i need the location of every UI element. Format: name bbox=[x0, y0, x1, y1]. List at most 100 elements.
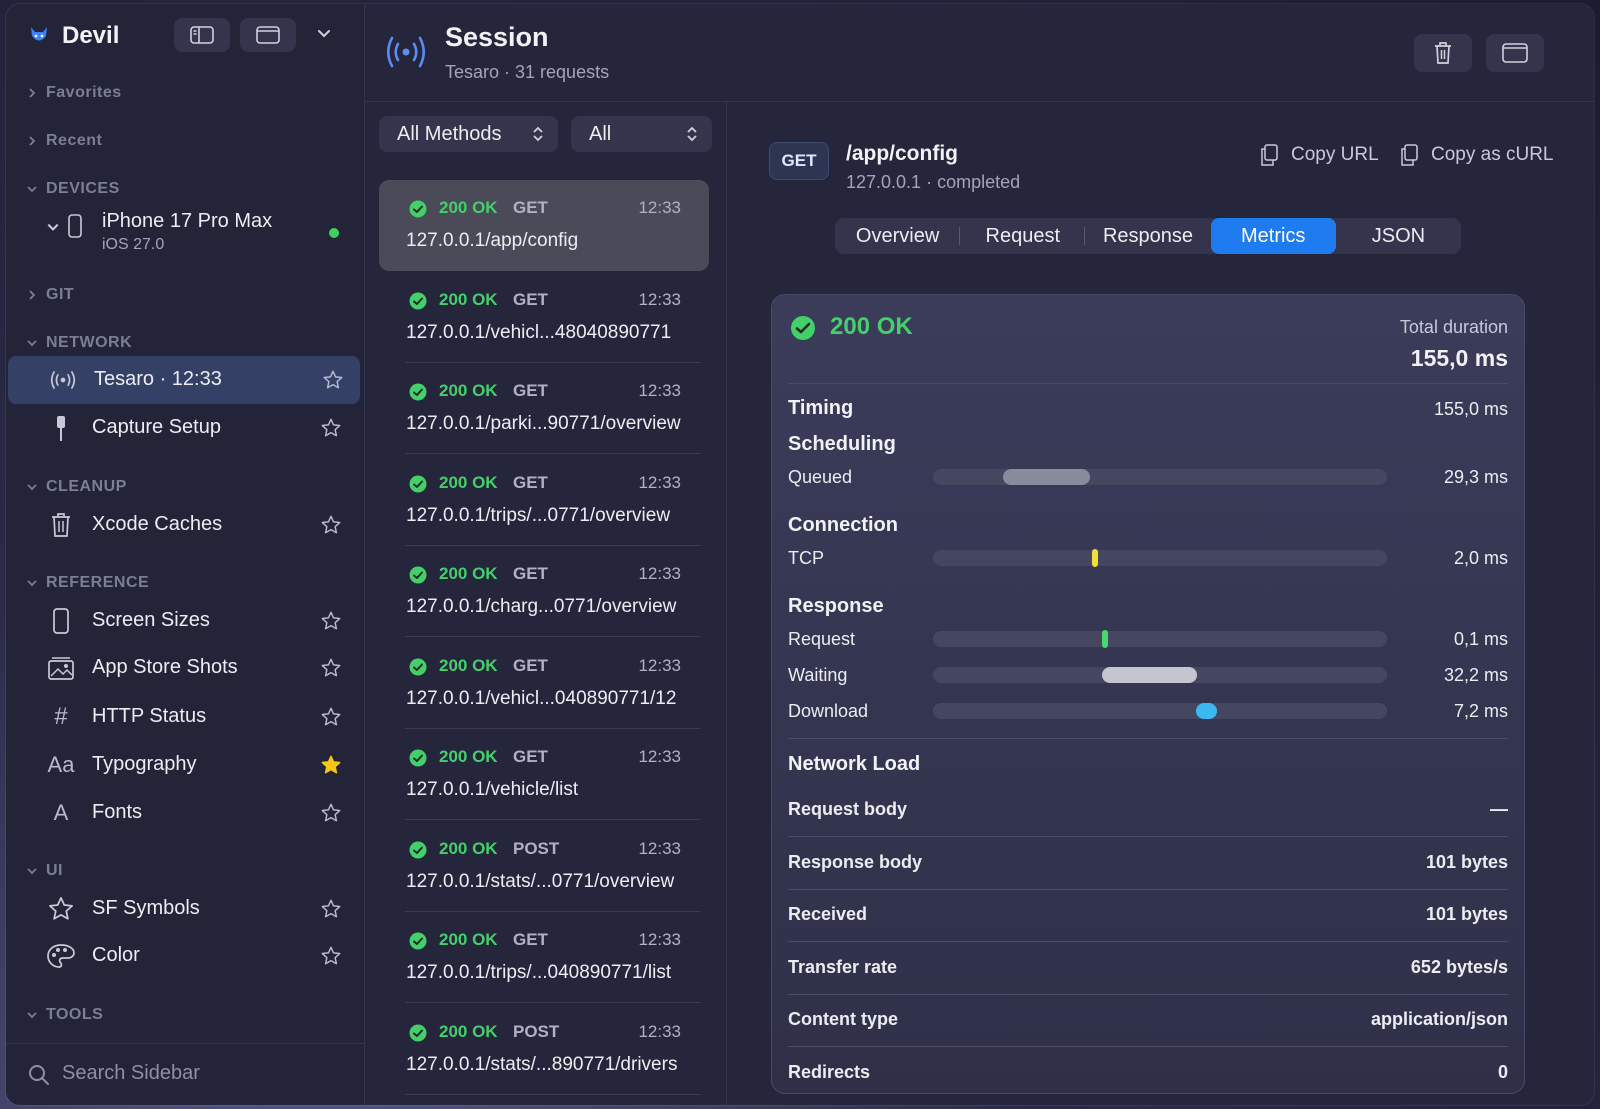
request-status: 200 OK bbox=[439, 198, 498, 217]
network-load-heading: Network Load bbox=[788, 753, 921, 775]
chevron-down-icon bbox=[27, 1012, 37, 1019]
request-url: 127.0.0.1/stats/...890771/drivers bbox=[406, 1053, 678, 1075]
cable-icon bbox=[46, 414, 76, 442]
chevron-down-icon bbox=[27, 868, 37, 875]
chevron-down-icon bbox=[27, 186, 37, 193]
window-icon bbox=[256, 26, 280, 44]
request-url: 127.0.0.1/trips/...040890771/list bbox=[406, 962, 672, 983]
chevron-updown-icon bbox=[533, 126, 543, 142]
star-icon[interactable] bbox=[320, 417, 342, 439]
toggle-inspector-button[interactable] bbox=[1486, 34, 1544, 72]
tab-response[interactable]: Response bbox=[1085, 218, 1210, 254]
request-row[interactable]: 200 OK GET 12:33 127.0.0.1/parki...90771/ov… bbox=[379, 363, 709, 454]
tab-json[interactable]: JSON bbox=[1336, 218, 1461, 254]
request-row[interactable]: 200 OK GET 12:33 127.0.0.1/trips/...0771/ov… bbox=[379, 455, 709, 546]
broadcast-icon bbox=[48, 366, 78, 394]
chevron-right-icon bbox=[29, 88, 36, 98]
section-cleanup[interactable]: CLEANUP bbox=[26, 478, 127, 496]
request-bar bbox=[1102, 630, 1109, 648]
section-recent[interactable]: Recent bbox=[26, 132, 102, 150]
tcp-label: TCP bbox=[788, 548, 824, 568]
sidebar-item-label: App Store Shots bbox=[92, 656, 238, 678]
section-favorites[interactable]: Favorites bbox=[26, 84, 122, 102]
request-row[interactable]: 200 OK GET 12:33 127.0.0.1/charg...0771/ove… bbox=[379, 546, 709, 637]
checkmark-circle-icon bbox=[409, 932, 427, 950]
star-icon[interactable] bbox=[320, 610, 342, 632]
request-url: 127.0.0.1/vehicle/list bbox=[406, 779, 579, 800]
section-ui[interactable]: UI bbox=[26, 862, 63, 880]
request-row[interactable]: 200 OK GET 12:33 127.0.0.1/vehicl...4804089… bbox=[379, 272, 709, 363]
request-time: 12:33 bbox=[638, 655, 681, 675]
section-git[interactable]: GIT bbox=[26, 286, 74, 304]
star-filled-icon[interactable] bbox=[320, 754, 342, 776]
section-label: CLEANUP bbox=[46, 478, 127, 495]
sidebar-item-tesaro[interactable]: Tesaro · 12:33 bbox=[8, 356, 360, 404]
section-devices[interactable]: DEVICES bbox=[26, 180, 120, 198]
section-reference[interactable]: REFERENCE bbox=[26, 574, 149, 592]
star-icon[interactable] bbox=[320, 802, 342, 824]
request-time: 12:33 bbox=[638, 838, 681, 858]
sidebar-item-xcode-caches[interactable]: Xcode Caches bbox=[6, 501, 365, 549]
load-row-label: Received bbox=[788, 904, 868, 924]
checkmark-circle-icon bbox=[409, 383, 427, 401]
checkmark-circle-icon bbox=[409, 749, 427, 767]
section-network[interactable]: NETWORK bbox=[26, 334, 132, 352]
download-value: 7,2 ms bbox=[1453, 701, 1508, 721]
sidebar-item-fonts[interactable]: A Fonts bbox=[6, 789, 365, 837]
star-icon[interactable] bbox=[320, 514, 342, 536]
download-track bbox=[933, 703, 1387, 719]
star-icon[interactable] bbox=[320, 898, 342, 920]
tcp-value: 2,0 ms bbox=[1453, 548, 1508, 568]
request-method: GET bbox=[513, 381, 548, 400]
sidebar-item-typography[interactable]: Aa Typography bbox=[6, 741, 365, 789]
toggle-sidebar-button[interactable] bbox=[174, 18, 230, 52]
request-time: 12:33 bbox=[638, 198, 681, 217]
load-row-label: Request body bbox=[788, 799, 908, 819]
sidebar-item-capture-setup[interactable]: Capture Setup bbox=[6, 404, 365, 452]
timing-value: 155,0 ms bbox=[1433, 399, 1508, 419]
request-row[interactable]: 200 OK POST 12:33 127.0.0.1/stats/...890771… bbox=[379, 1004, 709, 1095]
sidebar-item-sf-symbols[interactable]: SF Symbols bbox=[6, 885, 365, 933]
tab-metrics[interactable]: Metrics bbox=[1210, 218, 1336, 254]
section-tools[interactable]: TOOLS bbox=[26, 1006, 103, 1024]
chevron-down-icon[interactable] bbox=[316, 26, 332, 42]
search-input[interactable]: Search Sidebar bbox=[62, 1062, 200, 1085]
star-icon[interactable] bbox=[320, 945, 342, 967]
request-row[interactable]: 200 OK GET 12:33 127.0.0.1/app/config bbox=[379, 180, 709, 271]
status-filter-select[interactable]: All bbox=[571, 116, 712, 152]
sidebar-item-app-store-shots[interactable]: App Store Shots bbox=[6, 644, 365, 692]
sidebar: Devil Favorites Recent DEVICES iPhone 17… bbox=[6, 4, 365, 1105]
sidebar-item-screen-sizes[interactable]: Screen Sizes bbox=[6, 597, 365, 645]
method-filter-select[interactable]: All Methods bbox=[379, 116, 558, 152]
copy-curl-button[interactable]: Copy as cURL bbox=[1399, 144, 1554, 166]
sidebar-item-color[interactable]: Color bbox=[6, 932, 365, 980]
chevron-updown-icon bbox=[687, 126, 697, 142]
request-row[interactable]: 200 OK POST 12:33 127.0.0.1/stats/...0771/o… bbox=[379, 821, 709, 912]
load-row-label: Content type bbox=[788, 1009, 898, 1029]
clear-session-button[interactable] bbox=[1414, 34, 1472, 72]
star-icon[interactable] bbox=[320, 706, 342, 728]
request-path: /app/config bbox=[846, 142, 958, 165]
request-time: 12:33 bbox=[638, 564, 681, 583]
sidebar-search[interactable]: Search Sidebar bbox=[6, 1043, 364, 1105]
window-layout-button[interactable] bbox=[240, 18, 296, 52]
request-url: 127.0.0.1/app/config bbox=[406, 230, 579, 251]
divider bbox=[788, 1046, 1508, 1047]
star-icon[interactable] bbox=[322, 369, 344, 391]
queued-bar bbox=[1003, 469, 1090, 485]
copy-url-button[interactable]: Copy URL bbox=[1259, 144, 1379, 166]
request-row[interactable]: 200 OK GET 12:33 127.0.0.1/trips/...0408907… bbox=[379, 912, 709, 1003]
request-row[interactable]: 200 OK GET 12:33 127.0.0.1/vehicle/list bbox=[379, 729, 709, 820]
star-icon[interactable] bbox=[320, 657, 342, 679]
tab-request[interactable]: Request bbox=[960, 218, 1086, 254]
sidebar-item-http-status[interactable]: # HTTP Status bbox=[6, 693, 365, 741]
copy-curl-label: Copy as cURL bbox=[1431, 144, 1554, 165]
chevron-down-icon[interactable] bbox=[46, 220, 60, 234]
request-row[interactable]: 200 OK GET 12:33 127.0.0.1/vehicl...0408907… bbox=[379, 638, 709, 729]
download-bar bbox=[1196, 703, 1218, 719]
tab-overview[interactable]: Overview bbox=[835, 218, 961, 254]
checkmark-circle-icon bbox=[409, 566, 427, 584]
search-icon bbox=[29, 1065, 49, 1085]
detail-tabs: Overview Request Response Metrics JSON bbox=[835, 218, 1461, 254]
copy-icon bbox=[1261, 144, 1278, 166]
